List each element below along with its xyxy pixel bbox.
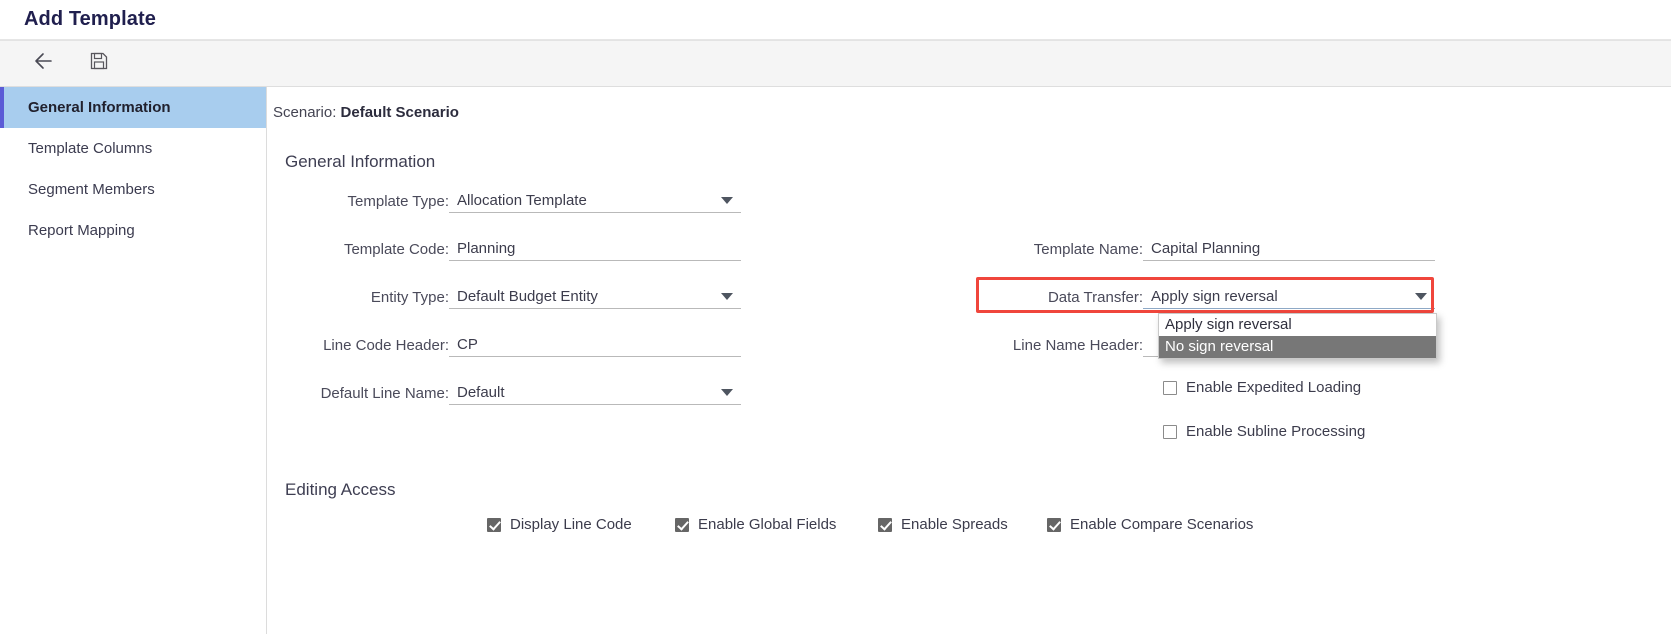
field-value: Planning [457,239,516,257]
chevron-down-icon [1415,293,1427,300]
chevron-down-icon [721,389,733,396]
field-label: Template Type: [347,193,449,210]
checkbox-label: Enable Spreads [901,516,1008,533]
checkbox-enable-expedited-loading[interactable]: Enable Expedited Loading [1163,379,1361,396]
field-label: Entity Type: [370,289,449,306]
arrow-left-icon [32,50,54,77]
section-heading-general-information: General Information [285,152,436,171]
field-label: Data Transfer: [1047,289,1143,306]
checkbox-label: Enable Expedited Loading [1186,379,1362,396]
scenario-label: Scenario: [273,104,337,121]
checkbox-box[interactable] [878,517,892,532]
main-content: Scenario: Default Scenario General Infor… [267,87,1671,634]
checkbox-label: Display Line Code [510,516,632,533]
field-entity-type: Entity Type: Default Budget Entity [267,284,741,309]
sidebar-item-general-information[interactable]: General Information [0,87,266,128]
sidebar-item-template-columns[interactable]: Template Columns [0,128,266,169]
field-value: CP [457,335,478,353]
sidebar-item-label: Template Columns [28,140,153,157]
template-code-input[interactable]: Planning [449,236,741,261]
field-template-code: Template Code: Planning [267,236,741,261]
field-value: Default Budget Entity [457,287,598,305]
section-heading-editing-access: Editing Access [285,480,396,499]
toolbar [0,40,1671,87]
chevron-down-icon [721,197,733,204]
entity-type-select[interactable]: Default Budget Entity [449,284,741,309]
field-template-type: Template Type: Allocation Template [267,188,741,213]
default-line-name-select[interactable]: Default [449,380,741,405]
checkbox-enable-spreads[interactable]: Enable Spreads [878,516,1008,533]
dropdown-option-no-sign-reversal[interactable]: No sign reversal [1159,336,1436,358]
checkbox-enable-global-fields[interactable]: Enable Global Fields [675,516,836,533]
dropdown-option-apply-sign-reversal[interactable]: Apply sign reversal [1159,314,1436,336]
data-transfer-dropdown-list[interactable]: Apply sign reversal No sign reversal [1158,313,1437,359]
data-transfer-select[interactable]: Apply sign reversal [1143,284,1435,309]
window-title-bar: Add Template [0,0,1671,40]
field-label: Line Code Header: [323,337,449,354]
field-value: Apply sign reversal [1151,287,1278,305]
field-template-name: Template Name: Capital Planning [983,236,1435,261]
field-line-code-header: Line Code Header: CP [267,332,741,357]
field-label: Default Line Name: [320,385,449,402]
back-button[interactable] [26,47,60,81]
field-value: Allocation Template [457,191,587,209]
template-type-select[interactable]: Allocation Template [449,188,741,213]
field-value: Default [457,383,505,401]
scenario-line: Scenario: Default Scenario [273,104,459,121]
checkbox-display-line-code[interactable]: Display Line Code [487,516,632,533]
field-label: Template Code: [343,241,449,258]
sidebar-item-label: General Information [28,99,171,116]
checkbox-label: Enable Global Fields [698,516,837,533]
checkbox-box[interactable] [487,517,501,532]
checkbox-box[interactable] [675,517,689,532]
scenario-value: Default Scenario [340,104,459,121]
checkbox-enable-compare-scenarios[interactable]: Enable Compare Scenarios [1047,516,1253,533]
checkbox-box[interactable] [1047,517,1061,532]
page-body: General Information Template Columns Seg… [0,87,1671,634]
sidebar-item-report-mapping[interactable]: Report Mapping [0,210,266,251]
save-button[interactable] [82,47,116,81]
field-label: Line Name Header: [1012,337,1143,354]
field-default-line-name: Default Line Name: Default [267,380,741,405]
checkbox-label: Enable Compare Scenarios [1070,516,1254,533]
page-title: Add Template [24,8,156,30]
sidebar-item-segment-members[interactable]: Segment Members [0,169,266,210]
template-name-input[interactable]: Capital Planning [1143,236,1435,261]
sidebar: General Information Template Columns Seg… [0,87,267,634]
checkbox-box[interactable] [1163,424,1177,439]
sidebar-item-label: Report Mapping [28,222,135,239]
line-code-header-input[interactable]: CP [449,332,741,357]
checkbox-label: Enable Subline Processing [1186,423,1366,440]
field-value: Capital Planning [1151,239,1261,257]
checkbox-box[interactable] [1163,380,1177,395]
save-disk-icon [89,51,109,76]
checkbox-enable-subline-processing[interactable]: Enable Subline Processing [1163,423,1365,440]
field-label: Template Name: [1033,241,1143,258]
field-data-transfer: Data Transfer: Apply sign reversal [983,284,1435,309]
chevron-down-icon [721,293,733,300]
sidebar-item-label: Segment Members [28,181,155,198]
